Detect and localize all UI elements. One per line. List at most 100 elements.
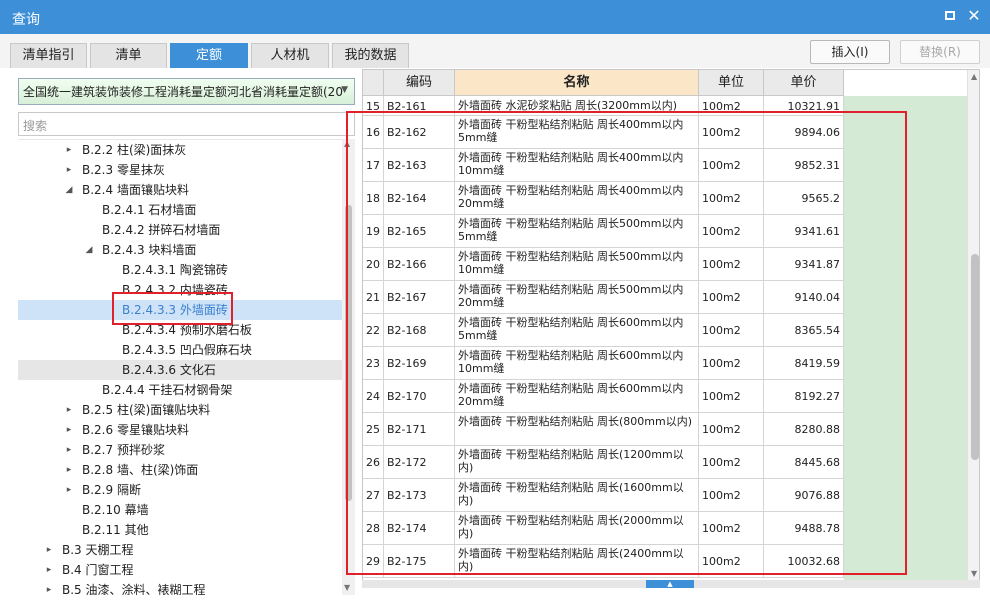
expand-icon[interactable]: ▸ (64, 460, 74, 480)
tree-node[interactable]: ▸ B.2.5 柱(梁)面镶贴块料 (18, 400, 342, 420)
search-input[interactable]: 搜索 (18, 112, 355, 136)
tree-node-label: B.2.11 其他 (82, 523, 149, 537)
tree-node[interactable]: B.2.4.3.5 凹凸假麻石块 (18, 340, 342, 360)
tree-node[interactable]: ▸ B.3 天棚工程 (18, 540, 342, 560)
column-header-price[interactable]: 单价 (764, 70, 844, 96)
tree-node[interactable]: ▸ B.2.7 预拌砂浆 (18, 440, 342, 460)
cell-price-text: 9894.06 (794, 126, 841, 139)
table-row[interactable]: 21 B2-167 外墙面砖 干粉型粘结剂粘贴 周长500mm以内 20mm缝 100… (363, 281, 844, 314)
tree-node[interactable]: B.2.4.3.2 内墙瓷砖 (18, 280, 342, 300)
cell-code-text: B2-173 (387, 489, 427, 502)
column-header-name[interactable]: 名称 (455, 70, 699, 96)
tree-node[interactable]: B.2.4.2 拼碎石材墙面 (18, 220, 342, 240)
expand-icon[interactable]: ▸ (44, 580, 54, 595)
table-row[interactable]: 19 B2-165 外墙面砖 干粉型粘结剂粘贴 周长500mm以内 5mm缝 100m… (363, 215, 844, 248)
tab-bill-guide[interactable]: 清单指引 (10, 43, 87, 68)
table-row[interactable]: 27 B2-173 外墙面砖 干粉型粘结剂粘贴 周长(1600mm以内) 100m2 9… (363, 479, 844, 512)
tree-node[interactable]: ◢ B.2.4 墙面镶贴块料 (18, 180, 342, 200)
scroll-down-icon[interactable]: ▼ (344, 583, 350, 592)
cell-name-text: 外墙面砖 干粉型粘结剂粘贴 周长(2400mm以内) (458, 547, 684, 573)
tree-node[interactable]: B.2.11 其他 (18, 520, 342, 540)
cell-name-text: 外墙面砖 干粉型粘结剂粘贴 周长500mm以内 5mm缝 (458, 217, 684, 243)
table-row[interactable]: 15 B2-161 外墙面砖 水泥砂浆粘贴 周长(3200mm以内) 100m2 103… (363, 96, 844, 116)
tree-node-selected[interactable]: B.2.4.3.3 外墙面砖 (18, 300, 342, 320)
table-row[interactable]: 22 B2-168 外墙面砖 干粉型粘结剂粘贴 周长600mm以内 5mm缝 100m… (363, 314, 844, 347)
scrollbar-thumb[interactable] (345, 205, 352, 501)
collapse-icon[interactable]: ◢ (84, 240, 94, 260)
expand-icon[interactable]: ▸ (44, 560, 54, 580)
table-row[interactable]: 28 B2-174 外墙面砖 干粉型粘结剂粘贴 周长(2000mm以内) 100m2 9… (363, 512, 844, 545)
column-header-code[interactable]: 编码 (384, 70, 455, 96)
scroll-down-icon[interactable]: ▼ (971, 569, 977, 578)
table-row[interactable]: 23 B2-169 外墙面砖 干粉型粘结剂粘贴 周长600mm以内 10mm缝 100… (363, 347, 844, 380)
table-row[interactable]: 29 B2-175 外墙面砖 干粉型粘结剂粘贴 周长(2400mm以内) 100m2 1… (363, 545, 844, 578)
cell-code: B2-162 (384, 116, 455, 149)
cell-code: B2-175 (384, 545, 455, 578)
library-select[interactable]: 全国统一建筑装饰装修工程消耗量定额河北省消耗量定额(20 ▼ (18, 78, 355, 105)
cell-price: 8365.54 (764, 314, 844, 347)
cell-code: B2-161 (384, 96, 455, 116)
column-header-unit[interactable]: 单位 (699, 70, 764, 96)
expand-icon[interactable]: ▸ (64, 160, 74, 180)
tree-node[interactable]: B.2.4.3.1 陶瓷锦砖 (18, 260, 342, 280)
quota-grid: 编码 名称 单位 单价 15 B2-161 外墙面砖 水泥砂浆粘贴 周长(3200m… (362, 69, 980, 581)
tree-node-label: B.2.4.3 块料墙面 (102, 243, 197, 257)
expand-icon[interactable]: ▸ (64, 440, 74, 460)
cell-code-text: B2-163 (387, 159, 427, 172)
tree-node[interactable]: ▸ B.5 油漆、涂料、裱糊工程 (18, 580, 342, 595)
tree-node[interactable]: B.2.10 幕墙 (18, 500, 342, 520)
expand-icon[interactable]: ▸ (44, 540, 54, 560)
tree-node[interactable]: ▸ B.2.9 隔断 (18, 480, 342, 500)
cell-unit: 100m2 (699, 182, 764, 215)
tree-node[interactable]: ▸ B.4 门窗工程 (18, 560, 342, 580)
cell-index: 18 (363, 182, 384, 215)
cell-name-text: 外墙面砖 干粉型粘结剂粘贴 周长(1600mm以内) (458, 481, 684, 507)
cell-name: 外墙面砖 干粉型粘结剂粘贴 周长(800mm以内) (455, 413, 699, 446)
tree-node[interactable]: ▸ B.2.3 零星抹灰 (18, 160, 342, 180)
maximize-icon[interactable] (942, 8, 958, 24)
insert-button[interactable]: 插入(I) (810, 40, 890, 64)
table-row[interactable]: 24 B2-170 外墙面砖 干粉型粘结剂粘贴 周长600mm以内 20mm缝 100… (363, 380, 844, 413)
scroll-up-icon[interactable]: ▲ (344, 139, 350, 148)
tab-bill[interactable]: 清单 (90, 43, 167, 68)
tree-scrollbar[interactable]: ▲ ▼ (342, 139, 355, 595)
cell-unit-text: 100m2 (702, 225, 741, 238)
replace-button[interactable]: 替换(R) (900, 40, 980, 64)
table-row[interactable]: 25 B2-171 外墙面砖 干粉型粘结剂粘贴 周长(800mm以内) 100m2 82… (363, 413, 844, 446)
expand-icon[interactable]: ▸ (64, 140, 74, 160)
tree-node[interactable]: B.2.4.3.4 预制水磨石板 (18, 320, 342, 340)
cell-name: 外墙面砖 干粉型粘结剂粘贴 周长500mm以内 10mm缝 (455, 248, 699, 281)
cell-code: B2-172 (384, 446, 455, 479)
tree-node[interactable]: ◢ B.2.4.3 块料墙面 (18, 240, 342, 260)
expand-icon[interactable]: ▸ (64, 400, 74, 420)
cell-name-text: 外墙面砖 干粉型粘结剂粘贴 周长600mm以内 20mm缝 (458, 382, 684, 408)
table-row[interactable]: 20 B2-166 外墙面砖 干粉型粘结剂粘贴 周长500mm以内 10mm缝 100… (363, 248, 844, 281)
cell-index-text: 17 (366, 159, 380, 172)
tree-node[interactable]: B.2.4.4 干挂石材钢骨架 (18, 380, 342, 400)
tab-labor-material[interactable]: 人材机 (251, 43, 329, 68)
close-icon[interactable]: ✕ (966, 8, 982, 24)
tree-node-label: B.2.4.3.3 外墙面砖 (122, 303, 228, 317)
scroll-up-icon[interactable]: ▲ (971, 72, 977, 81)
tab-quota[interactable]: 定额 (170, 43, 248, 68)
grid-scrollbar[interactable]: ▲ ▼ (967, 70, 979, 580)
expand-icon[interactable]: ▸ (64, 480, 74, 500)
tab-my-data[interactable]: 我的数据 (332, 43, 409, 68)
cell-price: 8419.59 (764, 347, 844, 380)
splitter-bar[interactable]: ▲ (362, 580, 980, 588)
tree-node[interactable]: B.2.4.3.6 文化石 (18, 360, 342, 380)
tree-node[interactable]: ▸ B.2.8 墙、柱(梁)饰面 (18, 460, 342, 480)
tree-node-label: B.2.4.1 石材墙面 (102, 203, 197, 217)
tree-node[interactable]: B.2.4.1 石材墙面 (18, 200, 342, 220)
cell-code: B2-168 (384, 314, 455, 347)
table-row[interactable]: 18 B2-164 外墙面砖 干粉型粘结剂粘贴 周长400mm以内 20mm缝 100… (363, 182, 844, 215)
scrollbar-thumb[interactable] (971, 254, 979, 460)
table-row[interactable]: 17 B2-163 外墙面砖 干粉型粘结剂粘贴 周长400mm以内 10mm缝 100… (363, 149, 844, 182)
expand-icon[interactable]: ▸ (64, 420, 74, 440)
table-row[interactable]: 26 B2-172 外墙面砖 干粉型粘结剂粘贴 周长(1200mm以内) 100m2 8… (363, 446, 844, 479)
tree-node[interactable]: ▸ B.2.6 零星镶贴块料 (18, 420, 342, 440)
tree-node[interactable]: ▸ B.2.2 柱(梁)面抹灰 (18, 140, 342, 160)
collapse-icon[interactable]: ◢ (64, 180, 74, 200)
splitter-grip-icon[interactable]: ▲ (646, 580, 694, 588)
table-row[interactable]: 16 B2-162 外墙面砖 干粉型粘结剂粘贴 周长400mm以内 5mm缝 100m… (363, 116, 844, 149)
